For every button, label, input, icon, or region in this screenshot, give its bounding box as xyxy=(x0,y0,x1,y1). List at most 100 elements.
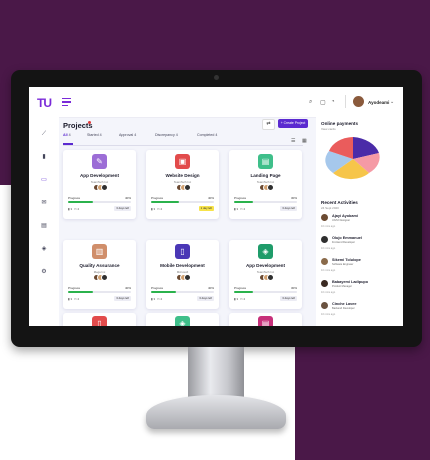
team-avatars xyxy=(259,184,274,191)
activity-name: Ajayi Ayobami xyxy=(332,214,358,218)
avatar xyxy=(321,302,328,309)
brush-icon: ✎ xyxy=(92,154,107,169)
divider xyxy=(345,95,346,108)
create-project-button[interactable]: + Create Project xyxy=(278,119,308,128)
due-badge: 3 days left xyxy=(114,206,131,211)
bell-icon[interactable]: ◔ xyxy=(331,99,335,105)
analytics-icon[interactable]: ⟋ xyxy=(40,131,48,137)
project-card[interactable]: ▤ xyxy=(229,313,302,326)
payments-subtitle[interactable]: View cards xyxy=(321,127,336,131)
mail-icon[interactable]: ✉ xyxy=(40,200,48,206)
progress-bar-fill xyxy=(234,201,253,203)
phone-icon: ▯ xyxy=(92,316,107,326)
search-icon[interactable]: ⌕ xyxy=(309,99,312,106)
card-meta: ▮ 3 ▭ 2 xyxy=(151,207,163,211)
activity-time: 10 mins ago xyxy=(321,247,336,250)
project-card[interactable]: ▥ Quality Assurance Mega Inc Progress 40… xyxy=(63,240,136,309)
laptop-icon[interactable]: ▭ xyxy=(40,177,48,183)
progress-percent: 40% xyxy=(124,196,131,200)
chat-icon[interactable]: ▢ xyxy=(320,99,326,106)
username[interactable]: Ayodeami xyxy=(368,100,389,105)
grid-view-icon[interactable]: ▦ xyxy=(302,138,307,144)
avatar xyxy=(184,274,191,281)
activity-item[interactable]: Sikemi Tolulope Software Engineer 10 min… xyxy=(321,258,401,274)
project-card[interactable]: ✎ App Development TeamTech Inc Progress … xyxy=(63,150,136,219)
sort-button[interactable]: ⇄ xyxy=(262,119,275,130)
avatar xyxy=(184,184,191,191)
progress-bar xyxy=(234,201,297,203)
activity-name: Olujo Emmanuel xyxy=(332,236,362,240)
filter-all[interactable]: All 4 xyxy=(63,133,71,137)
progress-bar-fill xyxy=(234,291,253,293)
progress-label: Progress xyxy=(68,286,81,290)
avatar xyxy=(321,258,328,265)
activity-time: 10 mins ago xyxy=(321,291,336,294)
team-avatars xyxy=(93,274,108,281)
card-title: Landing Page xyxy=(250,173,281,178)
project-card[interactable]: ▯ xyxy=(63,313,136,326)
filter-divider xyxy=(63,145,303,146)
progress-label: Progress xyxy=(234,286,247,290)
card-meta: ▮ 3 ▭ 2 xyxy=(68,207,80,211)
activity-role: UX/UI Designer xyxy=(332,219,351,222)
avatar[interactable] xyxy=(353,96,364,107)
bookmark-icon[interactable]: ▮ xyxy=(40,154,48,160)
progress-percent: 40% xyxy=(207,286,214,290)
activities-title: Recent Activities xyxy=(321,200,358,205)
due-badge: 3 days left xyxy=(280,206,297,211)
card-title: Mobile Development xyxy=(160,263,205,268)
activity-item[interactable]: Babayemi Ladipupo Product Manager 10 min… xyxy=(321,280,401,296)
filter-completed[interactable]: Completed 4 xyxy=(197,133,217,137)
activity-item[interactable]: Ajayi Ayobami UX/UI Designer 10 mins ago xyxy=(321,214,401,230)
progress-bar xyxy=(151,291,214,293)
project-card[interactable]: ◈ xyxy=(146,313,219,326)
app-logo[interactable]: TU xyxy=(37,96,52,110)
filter-started[interactable]: Started 4 xyxy=(87,133,102,137)
progress-label: Progress xyxy=(68,196,81,200)
team-avatars xyxy=(259,274,274,281)
camera-icon xyxy=(214,75,219,80)
activity-time: 10 mins ago xyxy=(321,269,336,272)
progress-bar xyxy=(151,201,214,203)
card-meta: ▮ 3 ▭ 2 xyxy=(151,297,163,301)
progress-bar xyxy=(68,291,131,293)
filter-approval[interactable]: Approval 4 xyxy=(119,133,136,137)
progress-percent: 40% xyxy=(207,196,214,200)
activity-name: Babayemi Ladipupo xyxy=(332,280,369,284)
activity-name: Sikemi Tolulope xyxy=(332,258,361,262)
activities-date: 24 Sept 2020 xyxy=(321,206,339,210)
progress-bar-fill xyxy=(151,201,180,203)
progress-bar-fill xyxy=(151,291,177,293)
progress-bar xyxy=(68,201,131,203)
activity-name: Cinche Lavee xyxy=(332,302,357,306)
settings-icon[interactable]: ⚙ xyxy=(40,269,48,275)
due-badge: 3 days left xyxy=(280,296,297,301)
project-card[interactable]: ▣ Website Design TeamTech Inc Progress 4… xyxy=(146,150,219,219)
due-badge: 3 days left xyxy=(197,296,214,301)
activity-item[interactable]: Cinche Lavee Backend Developer 10 mins a… xyxy=(321,302,401,318)
avatar xyxy=(267,274,274,281)
list-view-icon[interactable]: ☰ xyxy=(291,138,295,144)
layers-icon[interactable]: ◈ xyxy=(40,246,48,252)
card-meta: ▮ 3 ▭ 2 xyxy=(234,207,246,211)
monitor-stand-neck xyxy=(188,347,244,399)
project-card[interactable]: ▯ Mobile Development Microsoft Progress … xyxy=(146,240,219,309)
project-card[interactable]: ◈ App Development TeamTech Inc Progress … xyxy=(229,240,302,309)
chat-bubble-icon[interactable]: ▤ xyxy=(40,223,48,229)
project-card[interactable]: ▤ Landing Page TeamTech Inc Progress 30%… xyxy=(229,150,302,219)
menu-icon[interactable] xyxy=(62,98,71,108)
progress-bar-fill xyxy=(68,201,94,203)
monitor-stand-base xyxy=(146,395,286,429)
avatar xyxy=(321,280,328,287)
notification-dot xyxy=(88,121,91,124)
filter-discrepancy[interactable]: Discrepancy 4 xyxy=(155,133,178,137)
avatar xyxy=(101,184,108,191)
progress-percent: 40% xyxy=(124,286,131,290)
card-meta: ▮ 3 ▭ 2 xyxy=(68,297,80,301)
layers-icon: ◈ xyxy=(175,316,190,326)
chart-icon: ▥ xyxy=(92,244,107,259)
browser-icon: ▣ xyxy=(175,154,190,169)
activity-item[interactable]: Olujo Emmanuel Frontend Developer 10 min… xyxy=(321,236,401,252)
chevron-down-icon[interactable]: ⌄ xyxy=(390,99,394,105)
card-title: App Development xyxy=(79,173,120,178)
